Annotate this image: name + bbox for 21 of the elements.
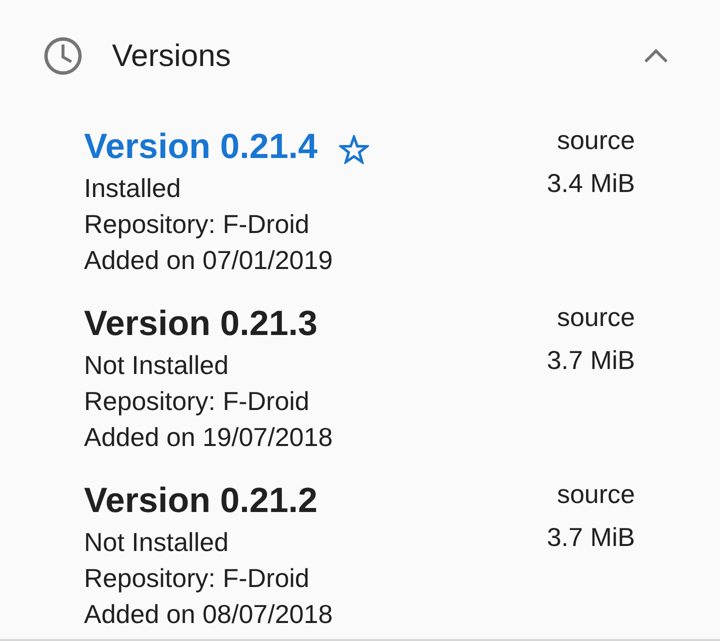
file-size: 3.7 MiB bbox=[546, 346, 635, 374]
clock-icon bbox=[44, 37, 82, 75]
source-label: source bbox=[556, 126, 635, 154]
repository-label: Repository: F-Droid bbox=[84, 385, 310, 418]
section-title: Versions bbox=[112, 37, 232, 75]
repository-label: Repository: F-Droid bbox=[84, 208, 310, 241]
version-title: Version 0.21.2 bbox=[84, 480, 318, 522]
file-size: 3.4 MiB bbox=[546, 169, 635, 197]
version-title: Version 0.21.4 bbox=[84, 126, 318, 168]
file-size: 3.7 MiB bbox=[546, 523, 635, 551]
install-status: Not Installed bbox=[84, 349, 229, 382]
install-status: Installed bbox=[84, 172, 181, 205]
source-label: source bbox=[556, 480, 635, 508]
repository-label: Repository: F-Droid bbox=[84, 562, 310, 595]
source-label: source bbox=[556, 303, 635, 331]
install-status: Not Installed bbox=[84, 526, 229, 559]
version-title: Version 0.21.3 bbox=[84, 303, 318, 345]
added-date: Added on 19/07/2018 bbox=[84, 421, 333, 454]
added-date: Added on 07/01/2019 bbox=[84, 244, 333, 277]
chevron-icon[interactable] bbox=[644, 49, 668, 63]
added-date: Added on 08/07/2018 bbox=[84, 598, 333, 631]
